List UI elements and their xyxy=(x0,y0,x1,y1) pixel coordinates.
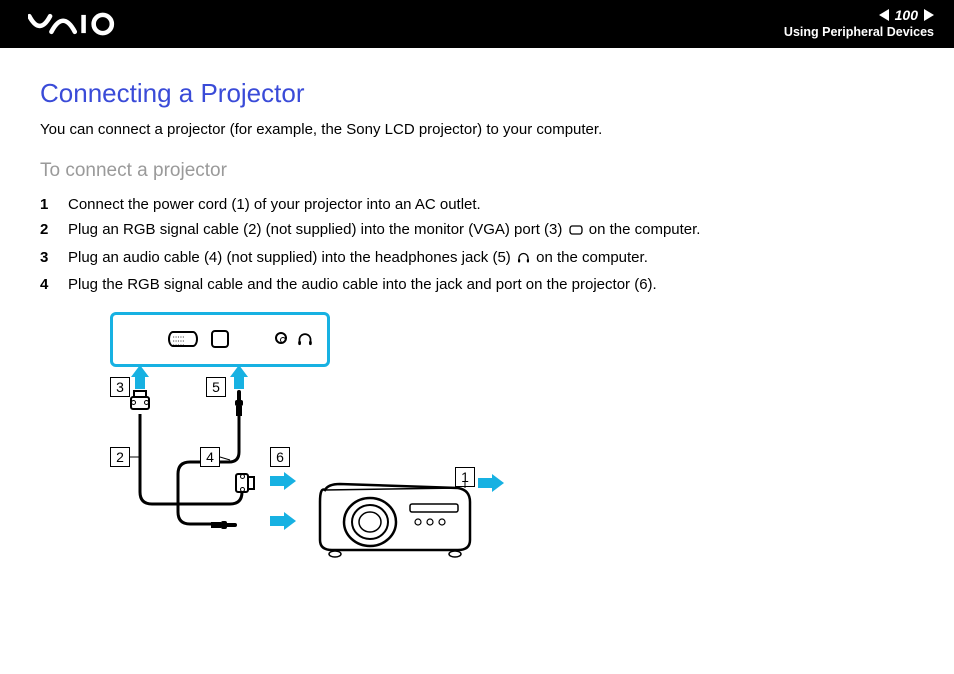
callout-1: 1 xyxy=(455,467,475,487)
intro-text: You can connect a projector (for example… xyxy=(40,119,914,142)
step-number: 2 xyxy=(40,217,54,245)
vaio-logo xyxy=(28,11,132,37)
step-number: 3 xyxy=(40,245,54,273)
step-text: Connect the power cord (1) of your proje… xyxy=(68,192,481,218)
header-right: 100 Using Peripheral Devices xyxy=(784,6,934,40)
step-text: Plug an RGB signal cable (2) (not suppli… xyxy=(68,217,700,245)
step-2: 2 Plug an RGB signal cable (2) (not supp… xyxy=(40,217,914,245)
page-number: 100 xyxy=(893,6,920,24)
callout-4: 4 xyxy=(200,447,220,467)
page-content: Connecting a Projector You can connect a… xyxy=(0,48,954,602)
step-1: 1 Connect the power cord (1) of your pro… xyxy=(40,192,914,218)
arrow-right-icon xyxy=(478,474,504,492)
steps-list: 1 Connect the power cord (1) of your pro… xyxy=(40,192,914,298)
vga-connector-icon xyxy=(229,473,255,493)
arrow-right-icon xyxy=(270,512,296,530)
step-4: 4 Plug the RGB signal cable and the audi… xyxy=(40,272,914,298)
audio-connector-icon xyxy=(211,521,237,529)
header-bar: 100 Using Peripheral Devices xyxy=(0,0,954,48)
callout-2: 2 xyxy=(110,447,130,467)
headphones-icon xyxy=(517,247,530,273)
procedure-title: To connect a projector xyxy=(40,160,914,182)
connection-diagram: ••••••••••••••• 3 5 xyxy=(70,312,510,582)
section-name: Using Peripheral Devices xyxy=(784,24,934,40)
prev-page-arrow-icon[interactable] xyxy=(879,9,889,21)
page-title: Connecting a Projector xyxy=(40,78,914,109)
step-number: 4 xyxy=(40,272,54,298)
arrow-right-icon xyxy=(270,472,296,490)
callout-6: 6 xyxy=(270,447,290,467)
monitor-icon xyxy=(569,219,583,245)
step-text: Plug an audio cable (4) (not supplied) i… xyxy=(68,245,648,273)
page-navigation: 100 xyxy=(784,6,934,24)
step-3: 3 Plug an audio cable (4) (not supplied)… xyxy=(40,245,914,273)
step-text: Plug the RGB signal cable and the audio … xyxy=(68,272,657,298)
next-page-arrow-icon[interactable] xyxy=(924,9,934,21)
step-number: 1 xyxy=(40,192,54,218)
